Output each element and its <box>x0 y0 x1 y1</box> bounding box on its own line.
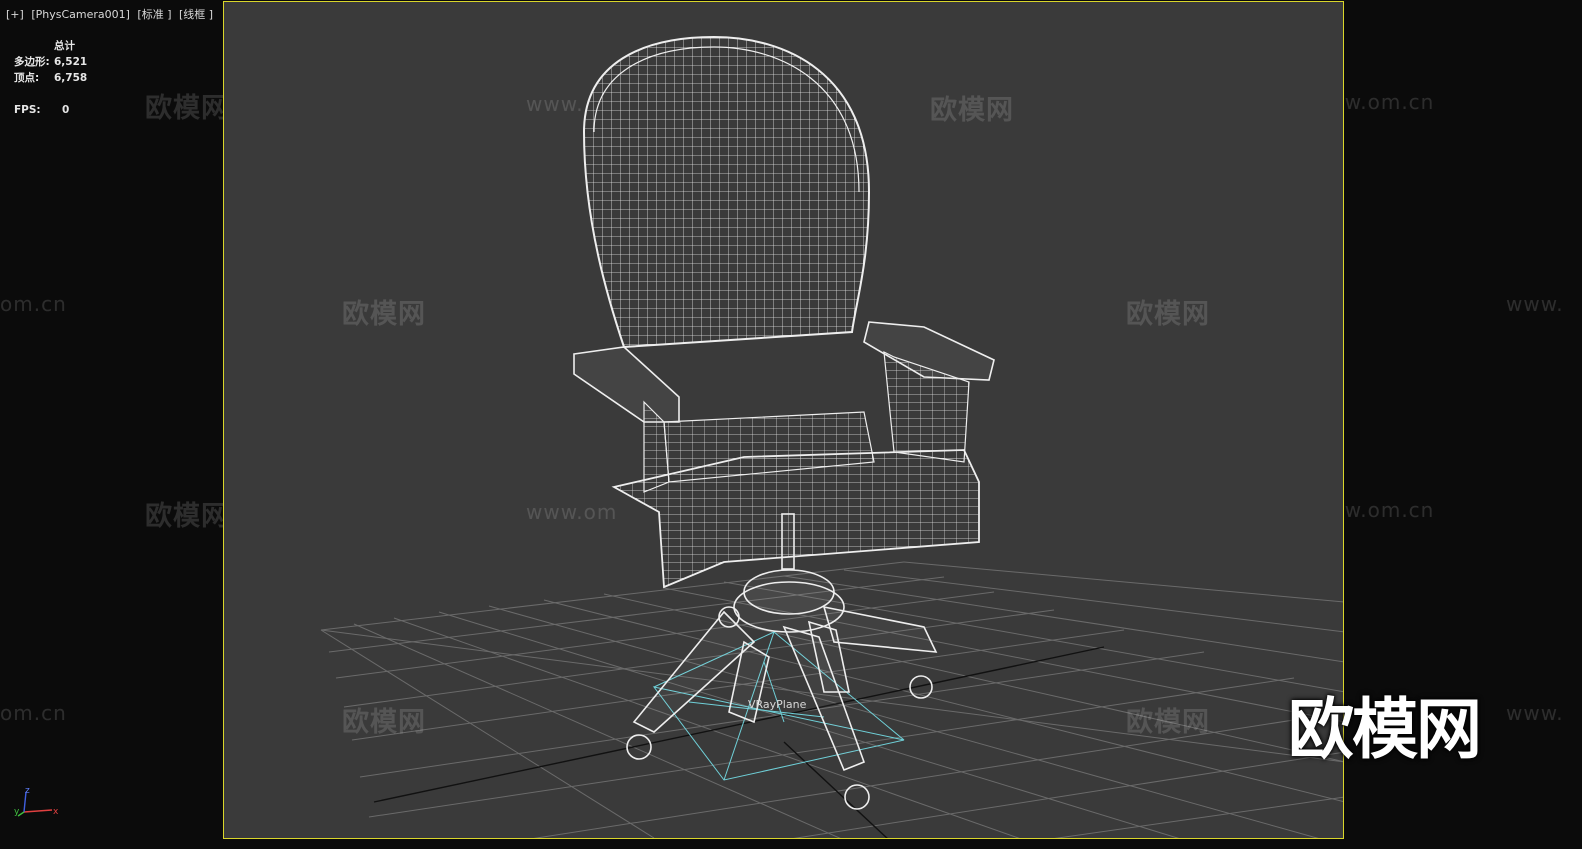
axis-x-label: x <box>53 807 59 817</box>
vrayplane-label: VRayPlane <box>748 698 807 711</box>
stats-row-polygons: 多边形: 6,521 <box>14 54 87 70</box>
watermark-logo-vp-4: 欧模网 <box>342 707 426 738</box>
watermark-url-left: om.cn <box>0 292 67 316</box>
axis-y-label: y <box>14 807 20 817</box>
vertices-value: 6,758 <box>54 72 88 84</box>
ground-axis-line-2 <box>783 741 888 838</box>
watermark-logo-vp-3: 欧模网 <box>1126 299 1210 330</box>
shading-selector[interactable]: [标准 ] <box>137 8 171 21</box>
polygons-label: 多边形: <box>14 56 50 68</box>
scene-statistics: 总计 多边形: 6,521 顶点: 6,758 FPS: 0 <box>14 38 87 118</box>
camera-selector[interactable]: [PhysCamera001] <box>31 8 130 21</box>
watermark-url-right: www. <box>1506 292 1564 316</box>
watermark-logo-left-top: 欧模网 <box>145 93 229 124</box>
watermark-logo-vp-5: 欧模网 <box>1126 707 1210 738</box>
watermark-logo-vp-1: 欧模网 <box>342 299 426 330</box>
brand-watermark-logo: 欧模网 <box>1288 691 1482 768</box>
stats-row-fps: FPS: 0 <box>14 102 87 118</box>
fps-label: FPS: <box>14 104 41 116</box>
fps-value: 0 <box>62 104 70 116</box>
stats-header: 总计 <box>54 40 75 52</box>
watermark-url-vp-1: www. <box>526 92 584 116</box>
watermark-url-right-lower: www. <box>1506 701 1564 725</box>
chair-backrest <box>582 35 871 349</box>
viewport-label: [+] [PhysCamera001] [标准 ] [线框 ] <box>6 6 217 22</box>
vertices-label: 顶点: <box>14 72 40 84</box>
stats-row-vertices: 顶点: 6,758 <box>14 70 87 86</box>
polygons-value: 6,521 <box>54 56 88 68</box>
watermark-url-vp-2: www.om <box>526 500 618 524</box>
3d-viewport[interactable]: 欧模网 欧模网 欧模网 欧模网 欧模网 www. www.om <box>223 1 1344 839</box>
viewport-menu-button[interactable]: [+] <box>6 8 24 21</box>
display-mode-selector[interactable]: [线框 ] <box>179 8 213 21</box>
watermark-url-left-lower: om.cn <box>0 701 67 725</box>
watermark-logo-left-mid: 欧模网 <box>145 501 229 532</box>
axis-z-label: z <box>25 786 30 796</box>
watermark-logo-vp-2: 欧模网 <box>930 95 1014 126</box>
axis-tripod-icon: x z y <box>14 786 59 817</box>
